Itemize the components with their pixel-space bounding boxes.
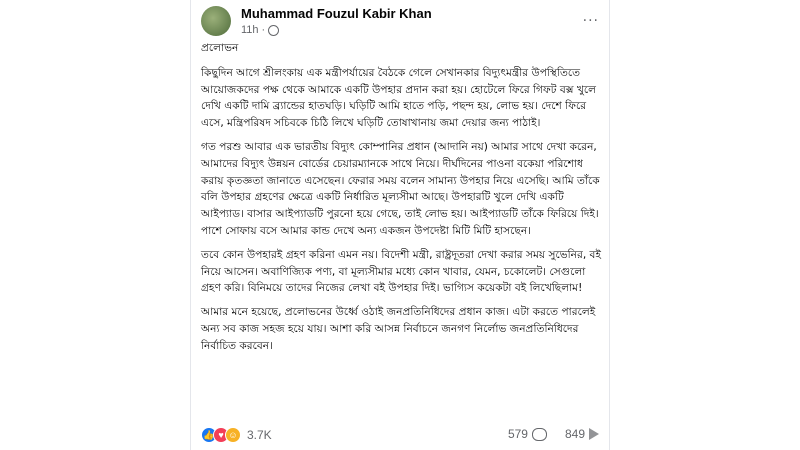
post-title: প্রলোভন (201, 42, 239, 54)
post-header: Muhammad Fouzul Kabir Khan 11h · ... (201, 3, 599, 39)
post-paragraph-4: আমার মনে হয়েছে, প্রলোভনের উর্ধ্বে ওঠাই … (201, 306, 596, 352)
globe-icon (268, 24, 280, 36)
more-options-icon[interactable]: ... (583, 9, 599, 25)
facebook-post: Muhammad Fouzul Kabir Khan 11h · ... প্র… (190, 0, 610, 450)
reactions-summary[interactable]: 👍 ♥ ☺ 3.7K (201, 427, 272, 443)
post-footer: 👍 ♥ ☺ 3.7K 579 849 (201, 424, 599, 446)
haha-reaction-icon: ☺ (225, 427, 241, 443)
reactions-count: 3.7K (247, 428, 272, 442)
shares-count: 849 (564, 427, 585, 441)
post-paragraph-2: গত পরশু আবার এক ভারতীয় বিদ্যুৎ কোম্পানি… (201, 140, 600, 237)
comments-stat[interactable]: 579 (508, 427, 547, 441)
comment-icon (531, 427, 547, 441)
post-paragraph-1: কিছুদিন আগে শ্রীলংকায় এক মন্ত্রীপর্যায়… (201, 66, 597, 130)
comments-count: 579 (507, 427, 528, 441)
post-body: প্রলোভন কিছুদিন আগে শ্রীলংকায় এক মন্ত্র… (201, 40, 601, 362)
shares-stat[interactable]: 849 (565, 427, 599, 441)
post-time[interactable]: 11h (241, 24, 259, 36)
post-paragraph-3: তবে কোন উপহারই গ্রহণ করিনা এমন নয়। বিদে… (201, 248, 601, 295)
post-meta: 11h · (241, 24, 280, 36)
avatar[interactable] (201, 6, 231, 36)
author-name[interactable]: Muhammad Fouzul Kabir Khan (241, 6, 432, 21)
post-stats: 579 849 (508, 427, 599, 441)
share-icon (589, 428, 599, 440)
separator-dot: · (261, 24, 266, 36)
